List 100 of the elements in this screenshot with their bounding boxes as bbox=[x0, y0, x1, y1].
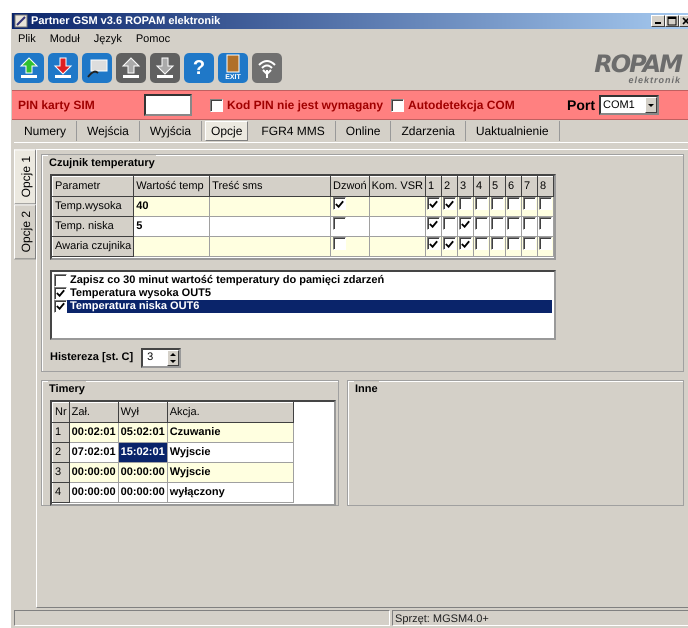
tab[interactable]: Numery bbox=[14, 121, 78, 141]
column-header: 4 bbox=[473, 176, 490, 196]
column-header: 8 bbox=[537, 176, 554, 196]
toolbar-button[interactable] bbox=[116, 53, 146, 83]
table-cell[interactable]: wyłączony bbox=[167, 482, 294, 502]
checkbox-label: Autodetekcja COM bbox=[408, 97, 515, 114]
column-header: Treść sms bbox=[210, 176, 330, 196]
table-cell[interactable]: Wyjscie bbox=[167, 462, 294, 482]
pin-field[interactable] bbox=[144, 94, 192, 116]
hysteresis-label: Histereza [st. C] bbox=[50, 350, 134, 366]
checkbox[interactable] bbox=[54, 300, 67, 312]
table-cell[interactable]: 00:00:00 bbox=[118, 482, 168, 502]
table-cell: 40 bbox=[134, 196, 210, 216]
checkbox[interactable] bbox=[442, 237, 456, 250]
row-header: 1 bbox=[52, 422, 70, 442]
tab[interactable]: Zdarzenia bbox=[391, 121, 466, 141]
checkbox[interactable] bbox=[458, 217, 472, 230]
checkbox[interactable] bbox=[522, 216, 536, 230]
wireless-icon bbox=[256, 57, 278, 79]
column-header: Dzwoń bbox=[330, 176, 370, 196]
side-tab[interactable]: Opcje 2 bbox=[14, 204, 36, 260]
menu-item[interactable]: Plik bbox=[18, 31, 36, 44]
row-header: Awaria czujnika bbox=[52, 236, 134, 256]
logo-subtitle: elektronik bbox=[628, 76, 681, 84]
table-cell[interactable]: 00:00:00 bbox=[69, 482, 118, 502]
table-cell[interactable]: 15:02:01 bbox=[118, 442, 168, 462]
group-title: Czujnik temperatury bbox=[48, 155, 156, 172]
toolbar-button[interactable]: ? bbox=[184, 53, 214, 83]
maximize-button[interactable] bbox=[665, 15, 679, 27]
table-cell[interactable]: 00:02:01 bbox=[69, 422, 118, 442]
menu-item[interactable]: Język bbox=[94, 31, 122, 44]
checkbox[interactable] bbox=[54, 286, 67, 300]
spin-field[interactable]: 3 bbox=[141, 348, 182, 368]
table-cell[interactable]: 00:00:00 bbox=[69, 462, 118, 482]
checkbox[interactable] bbox=[538, 196, 552, 210]
checkbox[interactable] bbox=[490, 236, 504, 250]
checkbox[interactable] bbox=[426, 237, 440, 250]
table-cell[interactable]: Wyjscie bbox=[167, 442, 294, 462]
column-header: Wył bbox=[118, 402, 168, 422]
checkbox[interactable] bbox=[474, 216, 488, 230]
checkbox[interactable] bbox=[538, 216, 552, 230]
option-item[interactable]: Zapisz co 30 minut wartość temperatury do pamięci zdarzeń bbox=[70, 274, 384, 286]
row-header: Temp. niska bbox=[52, 216, 134, 236]
checkbox[interactable] bbox=[490, 216, 504, 230]
checkbox[interactable] bbox=[458, 237, 472, 250]
checkbox[interactable] bbox=[391, 98, 404, 112]
checkbox[interactable] bbox=[474, 236, 488, 250]
tab[interactable]: FGR4 MMS bbox=[251, 121, 336, 141]
table-cell[interactable]: 00:00:00 bbox=[118, 462, 168, 482]
checkbox[interactable] bbox=[442, 197, 456, 210]
dropdown-arrow-button[interactable] bbox=[645, 97, 657, 113]
up-arrow-icon bbox=[19, 57, 39, 79]
checkbox[interactable] bbox=[506, 216, 520, 230]
port-select[interactable]: COM1 bbox=[599, 95, 659, 115]
column-header: 1 bbox=[425, 176, 442, 196]
checkbox[interactable] bbox=[333, 197, 346, 210]
toolbar-button[interactable] bbox=[150, 53, 180, 83]
checkbox[interactable] bbox=[458, 196, 472, 210]
column-header: Zał. bbox=[69, 402, 118, 422]
checkbox[interactable] bbox=[442, 216, 456, 230]
checkbox[interactable] bbox=[210, 98, 223, 112]
checkbox[interactable] bbox=[474, 196, 488, 210]
column-header: 5 bbox=[489, 176, 506, 196]
tab[interactable]: Online bbox=[336, 121, 392, 141]
table-cell[interactable]: 05:02:01 bbox=[118, 422, 168, 442]
option-item[interactable]: Temperatura wysoka OUT5 bbox=[70, 286, 212, 300]
column-header: Akcja. bbox=[167, 402, 294, 422]
minimize-button[interactable] bbox=[651, 15, 665, 27]
checkbox[interactable] bbox=[506, 236, 520, 250]
spin-arrows-icon bbox=[169, 352, 178, 364]
tab[interactable]: Wyjścia bbox=[140, 121, 202, 141]
tab[interactable]: Opcje bbox=[205, 121, 248, 141]
checkbox[interactable] bbox=[506, 196, 520, 210]
checkbox[interactable] bbox=[522, 236, 536, 250]
table-cell[interactable]: Czuwanie bbox=[167, 422, 294, 442]
column-header: 2 bbox=[441, 176, 458, 196]
menu-item[interactable]: Pomoc bbox=[136, 31, 170, 44]
checkbox-label: Kod PIN nie jest wymagany bbox=[227, 97, 384, 114]
logo-text: ROPAM bbox=[594, 52, 681, 76]
caret-icon bbox=[647, 102, 655, 108]
checkbox[interactable] bbox=[490, 196, 504, 210]
tab[interactable]: Wejścia bbox=[77, 121, 140, 141]
port-label: Port bbox=[567, 96, 595, 114]
checkbox[interactable] bbox=[333, 236, 346, 250]
spin-buttons[interactable] bbox=[167, 350, 180, 366]
door-icon bbox=[226, 54, 240, 72]
down-arrow-icon bbox=[53, 57, 73, 79]
column-header: Parametr bbox=[52, 176, 134, 196]
table-cell[interactable]: 07:02:01 bbox=[69, 442, 118, 462]
up-arrow-icon bbox=[121, 57, 141, 79]
checkbox[interactable] bbox=[522, 196, 536, 210]
checkbox[interactable] bbox=[538, 236, 552, 250]
checkbox[interactable] bbox=[54, 274, 67, 286]
side-tab[interactable]: Opcje 1 bbox=[14, 149, 36, 204]
menu-item[interactable]: Moduł bbox=[50, 31, 80, 44]
checkbox[interactable] bbox=[426, 217, 440, 230]
table-cell: 5 bbox=[134, 216, 210, 236]
checkbox[interactable] bbox=[426, 197, 440, 210]
tab[interactable]: Uaktualnienie bbox=[466, 121, 560, 141]
toolbar-button[interactable] bbox=[82, 53, 112, 83]
